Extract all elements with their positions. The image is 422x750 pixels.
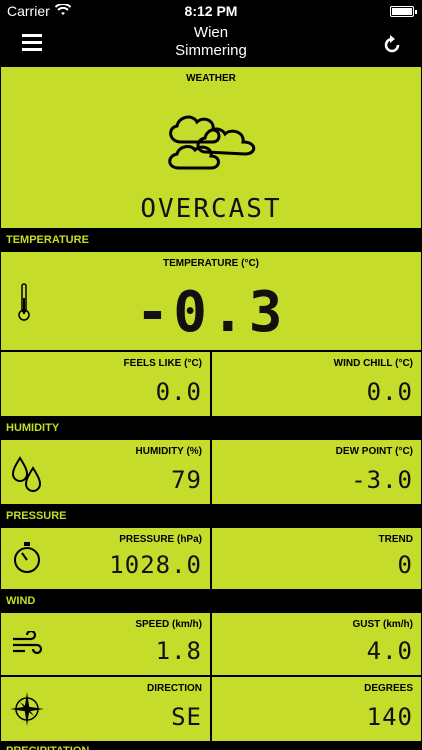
gust-label: GUST (km/h)	[352, 619, 413, 630]
compass-icon	[10, 692, 44, 726]
dew-point-value: -3.0	[351, 466, 413, 494]
section-precipitation: PRECIPITATION	[0, 742, 422, 750]
temperature-value: -0.3	[135, 280, 287, 345]
trend-panel: TREND 0	[211, 527, 422, 590]
gust-value: 4.0	[366, 637, 413, 665]
degrees-value: 140	[366, 703, 413, 731]
temperature-panel: TEMPERATURE (°C) -0.3	[0, 251, 422, 351]
temperature-label: TEMPERATURE (°C)	[162, 258, 260, 269]
status-time: 8:12 PM	[184, 3, 238, 19]
overcast-cloud-icon	[168, 115, 256, 170]
trend-value: 0	[397, 551, 413, 579]
pressure-value: 1028.0	[109, 551, 202, 579]
humidity-label: HUMIDITY (%)	[135, 446, 202, 457]
city-name: Wien	[193, 24, 229, 41]
speed-value: 1.8	[155, 637, 202, 665]
wind-speed-panel: SPEED (km/h) 1.8	[0, 612, 211, 676]
humidity-panel: HUMIDITY (%) 79	[0, 439, 211, 505]
refresh-button[interactable]	[380, 32, 404, 56]
wind-degrees-panel: DEGREES 140	[211, 676, 422, 742]
nav-bar: Wien Simmering	[0, 22, 422, 66]
pressure-label: PRESSURE (hPa)	[119, 534, 202, 545]
barometer-gauge-icon	[14, 542, 40, 573]
page-title: Wien Simmering	[0, 24, 422, 60]
feels-like-label: FEELS LIKE (°C)	[123, 358, 202, 369]
speed-label: SPEED (km/h)	[135, 619, 202, 630]
water-drops-icon	[11, 456, 42, 492]
battery-icon	[390, 6, 417, 17]
dew-point-label: DEW POINT (°C)	[335, 446, 413, 457]
wind-chill-value: 0.0	[366, 378, 413, 406]
degrees-label: DEGREES	[364, 683, 413, 694]
refresh-icon	[384, 35, 400, 53]
pressure-panel: PRESSURE (hPa) 1028.0	[0, 527, 211, 590]
wind-gust-panel: GUST (km/h) 4.0	[211, 612, 422, 676]
feels-like-panel: FEELS LIKE (°C) 0.0	[0, 351, 211, 417]
feels-like-value: 0.0	[155, 378, 202, 406]
trend-label: TREND	[378, 534, 413, 545]
weather-label: WEATHER	[186, 73, 236, 84]
section-wind: WIND	[0, 590, 422, 612]
direction-value: SE	[171, 703, 202, 731]
wind-direction-panel: DIRECTION SE	[0, 676, 211, 742]
wind-chill-panel: WIND CHILL (°C) 0.0	[211, 351, 422, 417]
weather-panel: WEATHER OVERCAST	[0, 66, 422, 229]
section-humidity: HUMIDITY	[0, 417, 422, 439]
wind-chill-label: WIND CHILL (°C)	[333, 358, 413, 369]
wind-icon	[13, 631, 43, 655]
section-pressure: PRESSURE	[0, 505, 422, 527]
district-name: Simmering	[175, 42, 247, 59]
weather-condition: OVERCAST	[140, 194, 282, 224]
section-temperature: TEMPERATURE	[0, 229, 422, 251]
direction-label: DIRECTION	[147, 683, 202, 694]
humidity-value: 79	[171, 466, 202, 494]
status-bar: Carrier 8:12 PM	[0, 0, 422, 22]
dew-point-panel: DEW POINT (°C) -3.0	[211, 439, 422, 505]
